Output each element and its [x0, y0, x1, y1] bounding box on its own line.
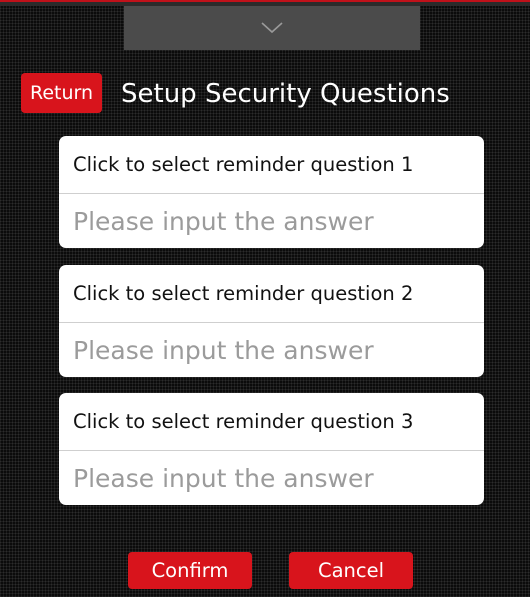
security-question-card-3: Click to select reminder question 3 [59, 393, 484, 505]
answer-1-field-wrapper [59, 194, 484, 248]
answer-3-input[interactable] [73, 463, 484, 493]
pulldown-tab[interactable] [124, 6, 420, 50]
question-2-selector[interactable]: Click to select reminder question 2 [59, 265, 484, 323]
confirm-button[interactable]: Confirm [128, 552, 252, 589]
question-3-selector[interactable]: Click to select reminder question 3 [59, 393, 484, 451]
security-question-card-1: Click to select reminder question 1 [59, 136, 484, 248]
return-button[interactable]: Return [21, 73, 102, 113]
cancel-button[interactable]: Cancel [289, 552, 413, 589]
answer-2-input[interactable] [73, 335, 484, 365]
answer-2-field-wrapper [59, 323, 484, 377]
question-1-selector[interactable]: Click to select reminder question 1 [59, 136, 484, 194]
security-question-card-2: Click to select reminder question 2 [59, 265, 484, 377]
chevron-down-icon [261, 22, 283, 34]
status-bar-accent-line [0, 0, 530, 2]
answer-3-field-wrapper [59, 451, 484, 505]
answer-1-input[interactable] [73, 206, 484, 236]
page-title: Setup Security Questions [121, 79, 450, 109]
